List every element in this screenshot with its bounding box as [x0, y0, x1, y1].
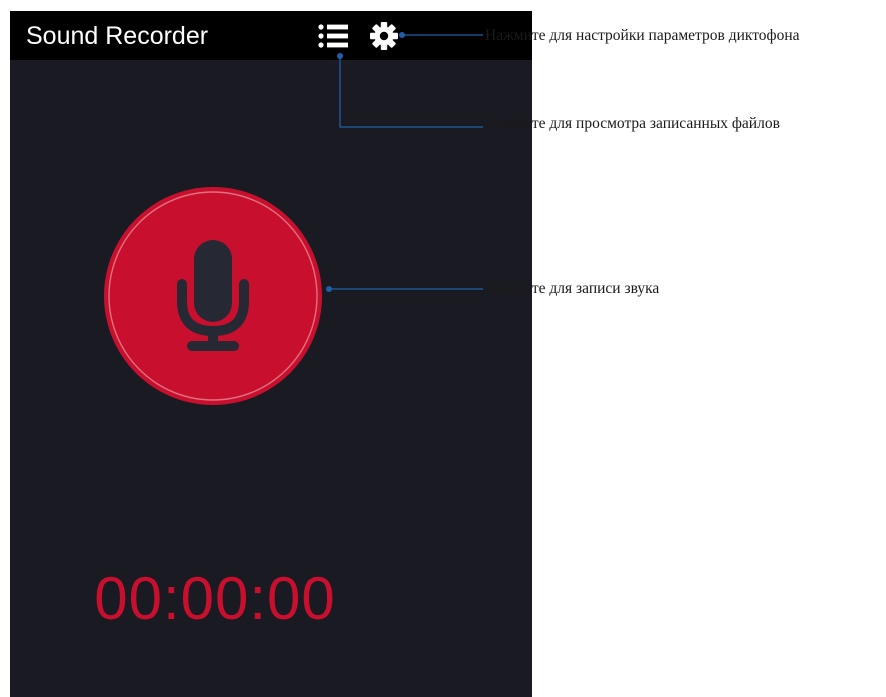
- recording-timer: 00:00:00: [94, 565, 336, 632]
- microphone-icon: [104, 187, 322, 405]
- settings-button[interactable]: [368, 20, 400, 52]
- recordings-list-button[interactable]: [316, 21, 352, 51]
- record-button[interactable]: [103, 186, 323, 406]
- callout-record-text: Нажмите для записи звука: [485, 280, 660, 297]
- app-title: Sound Recorder: [26, 22, 209, 50]
- callout-settings-text: Нажмите для настройки параметров диктофо…: [485, 27, 800, 44]
- sound-recorder-screen: Sound Recorder 00:00:00: [10, 11, 532, 697]
- callout-files-text: Нажмите для просмотра записанных файлов: [485, 115, 780, 132]
- gear-icon: [370, 22, 398, 50]
- list-icon: [318, 24, 348, 48]
- app-bar: Sound Recorder: [10, 11, 532, 60]
